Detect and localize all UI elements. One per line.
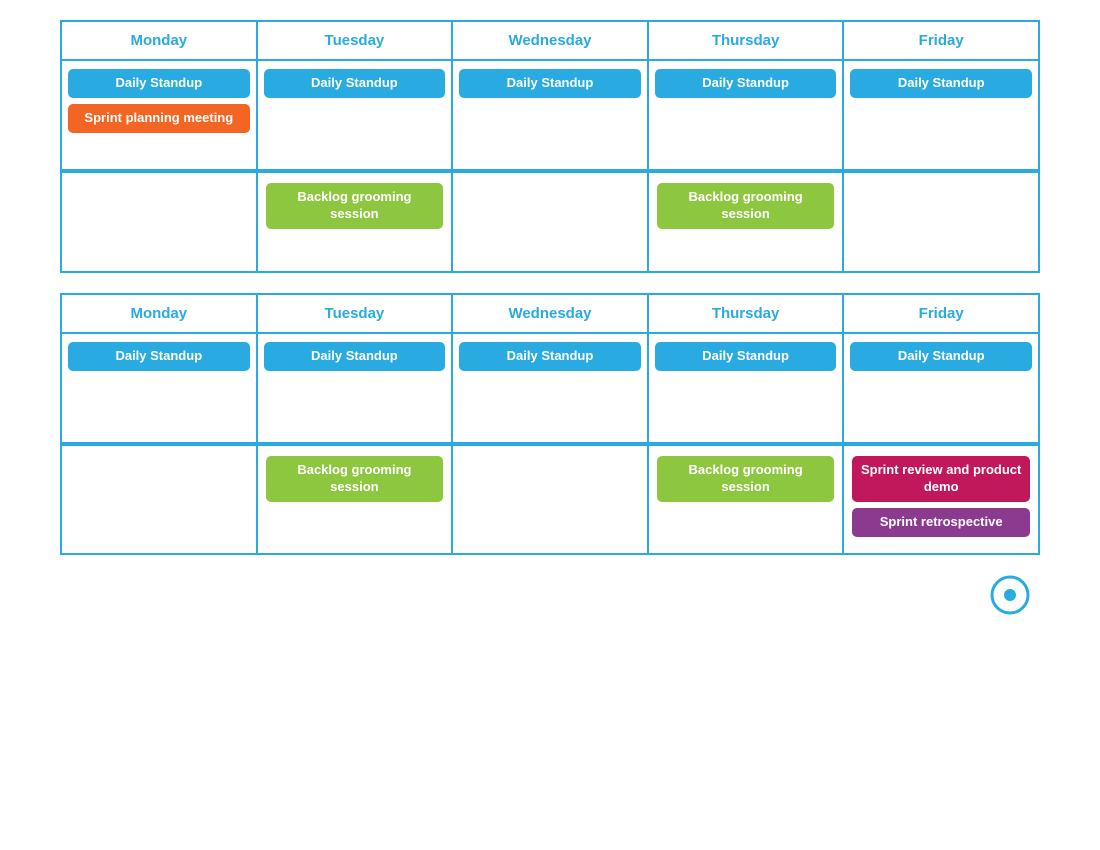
week2-wednesday-cell: Daily Standup <box>452 333 648 443</box>
week2-friday-header: Friday <box>843 294 1039 333</box>
week1-monday-cell: Daily Standup Sprint planning meeting <box>61 60 257 170</box>
week1-header-table: Monday Tuesday Wednesday Thursday Friday… <box>60 20 1040 171</box>
week1-tue-standup[interactable]: Daily Standup <box>264 69 446 98</box>
week2-tue-backlog[interactable]: Backlog grooming session <box>266 456 444 502</box>
week2-wednesday-header: Wednesday <box>452 294 648 333</box>
week1-tue-backlog[interactable]: Backlog grooming session <box>266 183 444 229</box>
week2-thu-backlog[interactable]: Backlog grooming session <box>657 456 835 502</box>
week1-friday-header: Friday <box>843 21 1039 60</box>
week1-tuesday-header: Tuesday <box>257 21 453 60</box>
asana-logo-icon <box>990 575 1030 615</box>
week1-thursday-header: Thursday <box>648 21 844 60</box>
week2-fri-sprint-review[interactable]: Sprint review and product demo <box>852 456 1030 502</box>
week2-wed-standup[interactable]: Daily Standup <box>459 342 641 371</box>
week2-monday-header: Monday <box>61 294 257 333</box>
week2-row2-monday <box>61 445 257 554</box>
week1-monday-header: Monday <box>61 21 257 60</box>
week1-mon-standup[interactable]: Daily Standup <box>68 69 250 98</box>
week1-row2: Backlog grooming session Backlog groomin… <box>61 172 1039 272</box>
week1-row2-thursday: Backlog grooming session <box>648 172 844 272</box>
week2-mon-standup[interactable]: Daily Standup <box>68 342 250 371</box>
week2-tuesday-header: Tuesday <box>257 294 453 333</box>
week1-thursday-cell: Daily Standup <box>648 60 844 170</box>
week2-fri-retrospective[interactable]: Sprint retrospective <box>852 508 1030 537</box>
week1-fri-standup[interactable]: Daily Standup <box>850 69 1032 98</box>
week2-row2-table: Backlog grooming session Backlog groomin… <box>60 444 1040 555</box>
week1-events-row: Daily Standup Sprint planning meeting Da… <box>61 60 1039 170</box>
week2-monday-cell: Daily Standup <box>61 333 257 443</box>
week2-tue-standup[interactable]: Daily Standup <box>264 342 446 371</box>
week2-row2-tuesday: Backlog grooming session <box>257 445 453 554</box>
week2-row2-wednesday <box>452 445 648 554</box>
week2-fri-standup[interactable]: Daily Standup <box>850 342 1032 371</box>
week2-thursday-header: Thursday <box>648 294 844 333</box>
week1-row2-wednesday <box>452 172 648 272</box>
week2-row2: Backlog grooming session Backlog groomin… <box>61 445 1039 554</box>
week1-row2-tuesday: Backlog grooming session <box>257 172 453 272</box>
week1-tuesday-cell: Daily Standup <box>257 60 453 170</box>
week2-events-row: Daily Standup Daily Standup Daily Standu… <box>61 333 1039 443</box>
week2-row2-friday: Sprint review and product demo Sprint re… <box>843 445 1039 554</box>
week1-wed-standup[interactable]: Daily Standup <box>459 69 641 98</box>
week1-row2-monday <box>61 172 257 272</box>
week1-thu-backlog[interactable]: Backlog grooming session <box>657 183 835 229</box>
week1-row2-friday <box>843 172 1039 272</box>
week2-thursday-cell: Daily Standup <box>648 333 844 443</box>
week1-thu-standup[interactable]: Daily Standup <box>655 69 837 98</box>
logo-area <box>60 575 1040 615</box>
week1-wednesday-header: Wednesday <box>452 21 648 60</box>
week1-row2-table: Backlog grooming session Backlog groomin… <box>60 171 1040 273</box>
week2-tuesday-cell: Daily Standup <box>257 333 453 443</box>
week2-friday-cell: Daily Standup <box>843 333 1039 443</box>
week2-row2-thursday: Backlog grooming session <box>648 445 844 554</box>
week1-friday-cell: Daily Standup <box>843 60 1039 170</box>
week2-header-table: Monday Tuesday Wednesday Thursday Friday… <box>60 293 1040 444</box>
week1-wednesday-cell: Daily Standup <box>452 60 648 170</box>
week2-thu-standup[interactable]: Daily Standup <box>655 342 837 371</box>
week1-mon-sprint-planning[interactable]: Sprint planning meeting <box>68 104 250 133</box>
